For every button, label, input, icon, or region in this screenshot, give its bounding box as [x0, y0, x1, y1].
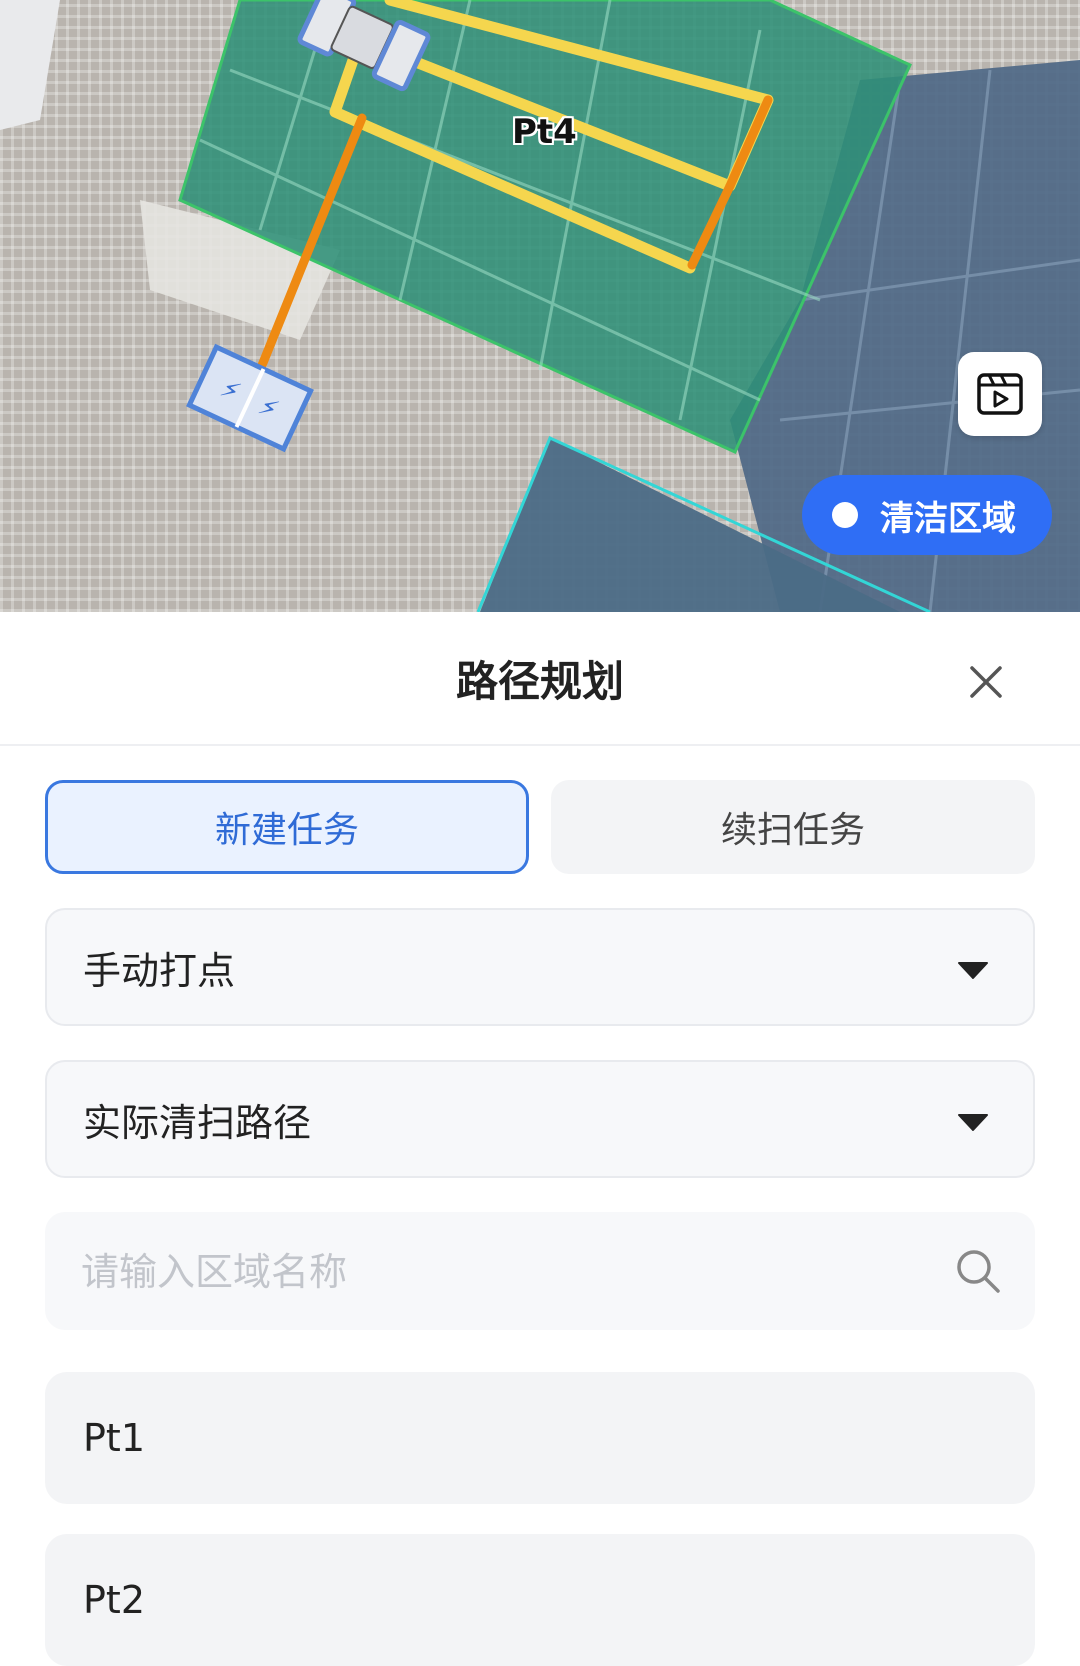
sheet-header: 路径规划	[0, 612, 1080, 746]
video-playback-button[interactable]	[958, 352, 1042, 436]
area-search-input[interactable]	[79, 1212, 923, 1332]
sheet-title: 路径规划	[455, 657, 624, 706]
toggle-dot-icon	[832, 502, 858, 528]
region-label-pt4[interactable]: Pt4	[512, 112, 577, 152]
search-icon[interactable]	[955, 1248, 1001, 1294]
map-wall	[0, 0, 60, 130]
caret-down-icon	[958, 962, 988, 979]
clean-area-label: 清洁区域	[880, 498, 1016, 539]
path-type-select[interactable]: 实际清扫路径	[45, 1060, 1035, 1178]
list-item[interactable]: Pt1	[45, 1372, 1035, 1504]
close-icon	[970, 666, 1002, 698]
clean-area-toggle[interactable]: 清洁区域	[802, 475, 1052, 555]
area-search-box	[45, 1212, 1035, 1332]
tab-resume-task[interactable]: 续扫任务	[551, 780, 1035, 874]
tab-new-task[interactable]: 新建任务	[45, 780, 529, 874]
video-play-icon	[977, 373, 1023, 415]
path-type-select-value: 实际清扫路径	[83, 1100, 312, 1145]
mode-select-value: 手动打点	[83, 948, 236, 993]
task-tabs: 新建任务 续扫任务	[45, 780, 1035, 874]
close-button[interactable]	[962, 658, 1010, 706]
mode-select[interactable]: 手动打点	[45, 908, 1035, 1026]
caret-down-icon	[958, 1114, 988, 1131]
map-view[interactable]: ⚡ ⚡ Pt4 清洁区域	[0, 0, 1080, 612]
charging-dock-icon: ⚡ ⚡	[186, 343, 314, 453]
list-item[interactable]: Pt2	[45, 1534, 1035, 1666]
